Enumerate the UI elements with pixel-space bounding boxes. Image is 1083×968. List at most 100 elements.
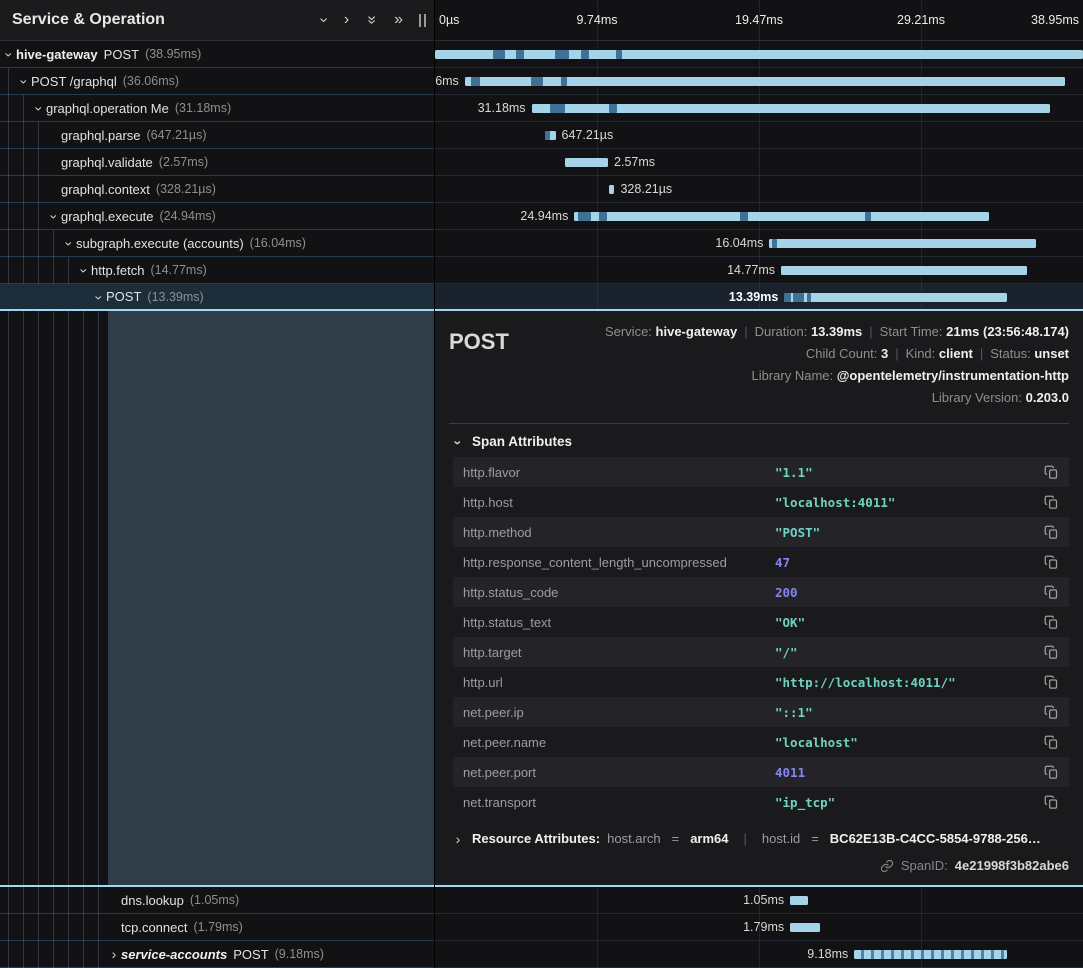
span-bar-row[interactable]: 24.94ms: [435, 203, 1083, 230]
tree-row[interactable]: ›graphql.execute(24.94ms): [0, 203, 434, 230]
chevron-right-icon[interactable]: ›: [344, 12, 349, 28]
span-duration-label: 1.05ms: [743, 893, 784, 907]
attribute-value: "OK": [775, 615, 1034, 630]
span-duration-label: 13.39ms: [729, 290, 778, 304]
span-bar[interactable]: [565, 158, 608, 167]
span-bar[interactable]: [574, 212, 989, 221]
copy-icon[interactable]: [1044, 465, 1059, 480]
chevron-down-icon[interactable]: ›: [78, 264, 92, 278]
span-bar[interactable]: [435, 50, 1083, 59]
span-bar-row[interactable]: 36.06ms: [435, 68, 1083, 95]
span-bar[interactable]: [465, 77, 1065, 86]
chevron-down-icon[interactable]: ›: [33, 102, 47, 116]
tree-row[interactable]: ›hive-gatewayPOST(38.95ms): [0, 41, 434, 68]
span-bar[interactable]: [609, 185, 615, 194]
span-bar-segment: [793, 293, 804, 302]
attribute-row: net.peer.ip"::1": [453, 697, 1069, 727]
chevron-down-icon[interactable]: ›: [48, 210, 62, 224]
copy-icon[interactable]: [1044, 615, 1059, 630]
span-bar[interactable]: [532, 104, 1050, 113]
copy-icon[interactable]: [1044, 705, 1059, 720]
copy-icon[interactable]: [1044, 765, 1059, 780]
span-duration-label: 9.18ms: [807, 947, 848, 961]
span-duration: (16.04ms): [250, 236, 306, 250]
span-bar-row[interactable]: 13.39ms: [435, 284, 1083, 311]
span-bar[interactable]: [790, 923, 820, 932]
tree-row[interactable]: ›http.fetch(14.77ms): [0, 257, 434, 284]
span-bar[interactable]: [784, 293, 1007, 302]
link-icon[interactable]: [880, 859, 894, 873]
meta-label: Duration:: [755, 324, 811, 339]
span-bar-row[interactable]: 16.04ms: [435, 230, 1083, 257]
tree-row[interactable]: ›graphql.operation Me(31.18ms): [0, 95, 434, 122]
span-bar[interactable]: [854, 950, 1007, 959]
operation-name: POST /graphql: [31, 74, 117, 89]
span-bar[interactable]: [545, 131, 556, 140]
tree-header-controls: ››»»: [321, 12, 403, 28]
span-bar-row[interactable]: 1.79ms: [435, 914, 1083, 941]
span-bar-row[interactable]: 9.18ms: [435, 941, 1083, 968]
chevron-down-icon[interactable]: ›: [93, 290, 107, 304]
copy-icon[interactable]: [1044, 555, 1059, 570]
copy-icon[interactable]: [1044, 525, 1059, 540]
span-bar-segment: [555, 50, 569, 59]
span-bar-row[interactable]: 14.77ms: [435, 257, 1083, 284]
chevron-right-icon[interactable]: ›: [107, 947, 121, 961]
tree-row[interactable]: dns.lookup(1.05ms): [0, 887, 434, 914]
copy-icon[interactable]: [1044, 585, 1059, 600]
tree-row[interactable]: ›service-accountsPOST(9.18ms): [0, 941, 434, 968]
tree-header-title: Service & Operation: [12, 11, 321, 29]
copy-icon[interactable]: [1044, 675, 1059, 690]
attribute-key: http.url: [463, 675, 775, 690]
double-chevron-down-icon[interactable]: »: [364, 16, 380, 25]
tree-row[interactable]: ›POST(13.39ms): [0, 284, 434, 311]
trace-viewer: Service & Operation ››»» ›hive-gatewayPO…: [0, 0, 1083, 968]
timeline-axis: 0µs9.74ms19.47ms29.21ms38.95ms: [435, 0, 1083, 41]
double-chevron-right-icon[interactable]: »: [394, 12, 403, 28]
chevron-down-icon[interactable]: ›: [18, 75, 32, 89]
resource-attributes-toggle[interactable]: ›Resource Attributes:host.arch=arm64|hos…: [451, 831, 1069, 846]
span-bar-segment: [550, 104, 566, 113]
span-detail-header: POST Service: hive-gateway|Duration: 13.…: [449, 321, 1069, 409]
copy-icon[interactable]: [1044, 645, 1059, 660]
meta-label: Library Name:: [752, 368, 837, 383]
operation-name: graphql.context: [61, 182, 150, 197]
chevron-down-icon[interactable]: ›: [315, 17, 331, 22]
span-bar-row[interactable]: 328.21µs: [435, 176, 1083, 203]
meta-label: Kind:: [906, 346, 939, 361]
span-bar-segment: [578, 212, 590, 221]
span-bar-row[interactable]: 647.21µs: [435, 122, 1083, 149]
copy-icon[interactable]: [1044, 735, 1059, 750]
meta-separator: |: [869, 324, 872, 339]
attribute-row: http.host"localhost:4011": [453, 487, 1069, 517]
meta-value: 13.39ms: [811, 324, 862, 339]
span-bar[interactable]: [781, 266, 1027, 275]
tree-row[interactable]: graphql.parse(647.21µs): [0, 122, 434, 149]
chevron-down-icon[interactable]: ›: [3, 48, 17, 62]
chevron-down-icon[interactable]: ›: [63, 237, 77, 251]
copy-icon[interactable]: [1044, 495, 1059, 510]
span-bar-row[interactable]: 1.05ms: [435, 887, 1083, 914]
tree-row[interactable]: ›POST /graphql(36.06ms): [0, 68, 434, 95]
tree-row[interactable]: graphql.validate(2.57ms): [0, 149, 434, 176]
span-bar-segment: [807, 293, 811, 302]
span-bar-row[interactable]: 31.18ms: [435, 95, 1083, 122]
span-bar[interactable]: [790, 896, 807, 905]
span-bar-row[interactable]: 38.95ms: [435, 41, 1083, 68]
span-duration-label: 16.04ms: [715, 236, 763, 250]
span-bar[interactable]: [769, 239, 1036, 248]
operation-name: graphql.parse: [61, 128, 141, 143]
span-duration-label: 1.79ms: [743, 920, 784, 934]
column-resizer-handle[interactable]: [417, 10, 428, 31]
span-duration: (1.05ms): [190, 893, 239, 907]
attribute-key: http.response_content_length_uncompresse…: [463, 555, 775, 570]
copy-icon[interactable]: [1044, 795, 1059, 810]
operation-name: graphql.validate: [61, 155, 153, 170]
span-attributes-toggle[interactable]: › Span Attributes: [451, 434, 1069, 449]
axis-tick: 38.95ms: [1031, 13, 1079, 27]
tree-row[interactable]: graphql.context(328.21µs): [0, 176, 434, 203]
tree-row[interactable]: tcp.connect(1.79ms): [0, 914, 434, 941]
operation-name: POST: [106, 289, 141, 304]
span-bar-row[interactable]: 2.57ms: [435, 149, 1083, 176]
tree-row[interactable]: ›subgraph.execute (accounts)(16.04ms): [0, 230, 434, 257]
